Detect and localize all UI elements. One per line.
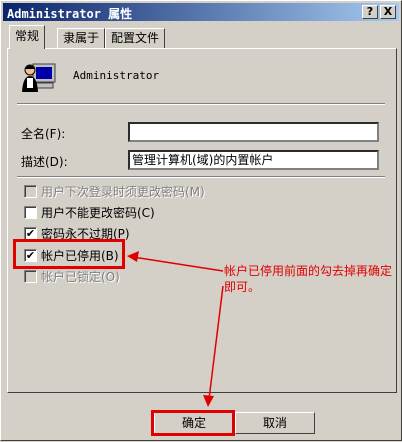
properties-dialog: Administrator 属性 ? X 常规 隶属于 配置文件 Adminis… bbox=[0, 0, 402, 441]
annotation-text: 帐户已停用前面的勾去掉再确定即可。 bbox=[224, 264, 393, 294]
annotation-arrows bbox=[127, 251, 224, 407]
annotation-highlight-checkbox bbox=[13, 239, 125, 269]
annotation-highlight-ok bbox=[151, 410, 235, 436]
